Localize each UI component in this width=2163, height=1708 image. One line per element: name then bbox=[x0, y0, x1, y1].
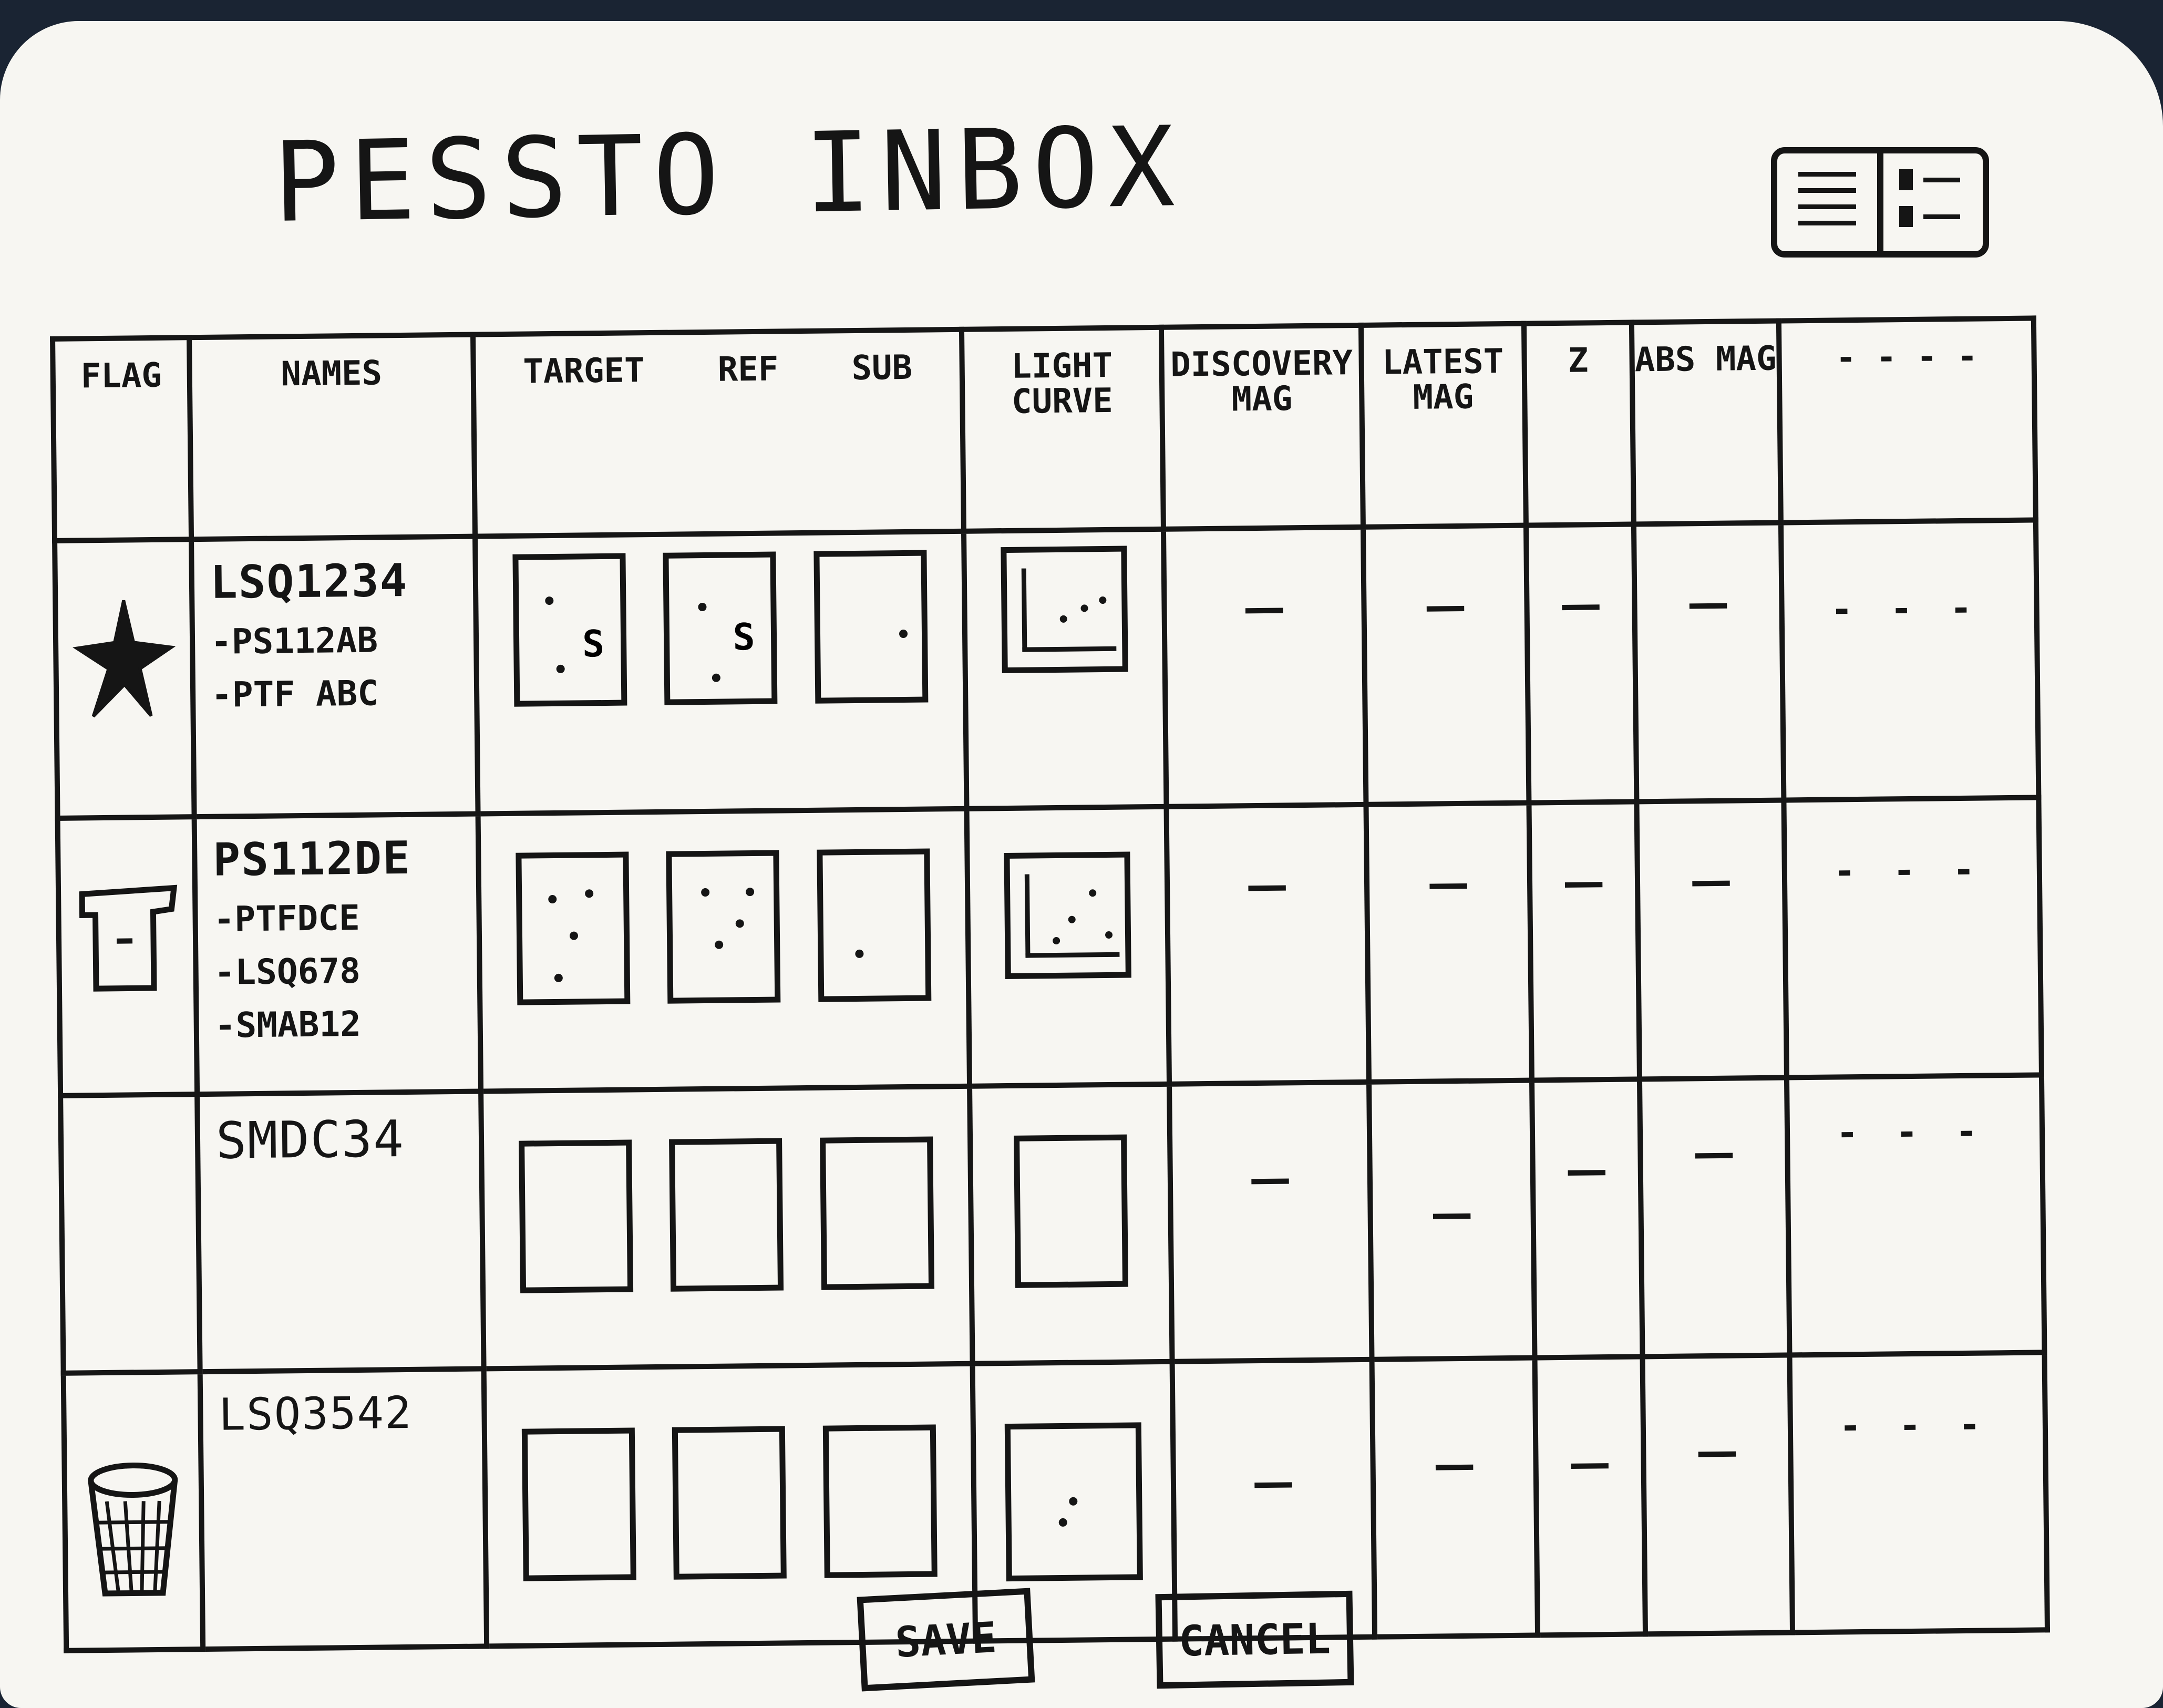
ref-stamp[interactable] bbox=[669, 1138, 784, 1292]
table-row[interactable]: LSQ1234 -PS112AB -PTF ABC S S — — — — - … bbox=[55, 520, 2039, 818]
pin-icon[interactable] bbox=[74, 882, 180, 999]
header-flag[interactable]: FLAG bbox=[53, 337, 192, 541]
extra-cell: - - - bbox=[1784, 797, 2042, 1078]
latest-mag-cell: — bbox=[1366, 802, 1532, 1082]
names-cell: LSQ1234 -PS112AB -PTF ABC bbox=[191, 536, 478, 817]
alias-name: -SMAB12 bbox=[214, 1003, 362, 1046]
header-target[interactable]: TARGET bbox=[523, 351, 645, 391]
discovery-mag-cell: — bbox=[1169, 1082, 1372, 1362]
header-ref[interactable]: REF bbox=[717, 349, 778, 389]
z-cell: — bbox=[1529, 801, 1640, 1081]
stamps-cell bbox=[478, 808, 970, 1092]
flag-cell[interactable] bbox=[55, 539, 194, 818]
names-cell: SMDC34 bbox=[197, 1091, 484, 1372]
view-toggle[interactable] bbox=[1771, 147, 1989, 258]
cancel-button[interactable]: CANCEL bbox=[1155, 1590, 1354, 1689]
light-curve-plot[interactable] bbox=[1013, 1134, 1128, 1288]
light-curve-plot[interactable] bbox=[1004, 1422, 1143, 1582]
z-cell: — bbox=[1526, 524, 1637, 803]
ref-stamp[interactable] bbox=[666, 850, 781, 1004]
discovery-mag-cell: — bbox=[1163, 527, 1366, 807]
ref-stamp[interactable]: S bbox=[663, 551, 778, 705]
table-row[interactable]: PS112DE -PTFDCE -LSQ678 -SMAB12 — — — — … bbox=[57, 797, 2042, 1096]
header-discovery-mag[interactable]: DISCOVERY MAG bbox=[1161, 325, 1363, 529]
flag-cell[interactable] bbox=[63, 1372, 203, 1651]
sub-stamp[interactable] bbox=[817, 848, 932, 1002]
abs-mag-cell: — bbox=[1633, 522, 1784, 802]
primary-name[interactable]: LSQ1234 bbox=[210, 554, 462, 609]
target-stamp[interactable] bbox=[518, 1139, 633, 1293]
light-curve-cell bbox=[966, 806, 1170, 1086]
abs-mag-cell: — bbox=[1636, 800, 1787, 1079]
target-stamp[interactable] bbox=[516, 851, 631, 1005]
whiteboard: PESSTO INBOX FLAG NAMES TARGET REF SUB L… bbox=[0, 21, 2163, 1708]
card-view-icon bbox=[1899, 169, 1960, 243]
trash-icon[interactable] bbox=[80, 1458, 187, 1607]
header-extra[interactable]: - - - - bbox=[1778, 318, 2036, 523]
header-latest-mag[interactable]: LATEST MAG bbox=[1361, 323, 1526, 527]
light-curve-plot[interactable] bbox=[1001, 546, 1128, 674]
header-light-curve[interactable]: LIGHT CURVE bbox=[961, 327, 1163, 531]
primary-name[interactable]: LSQ3542 bbox=[219, 1386, 471, 1441]
sub-stamp[interactable] bbox=[820, 1136, 935, 1290]
target-stamp[interactable]: S bbox=[512, 553, 627, 707]
names-cell: PS112DE -PTFDCE -LSQ678 -SMAB12 bbox=[194, 814, 481, 1095]
table-header-row: FLAG NAMES TARGET REF SUB LIGHT CURVE DI… bbox=[53, 318, 2036, 541]
list-view-button[interactable] bbox=[1777, 153, 1877, 251]
flag-cell[interactable] bbox=[60, 1094, 200, 1373]
latest-mag-cell: — bbox=[1372, 1357, 1538, 1637]
alias-name: -LSQ678 bbox=[214, 950, 361, 993]
alias-name: -PS112AB bbox=[210, 620, 378, 662]
page-title: PESSTO INBOX bbox=[272, 102, 1186, 248]
alias-name: -PTF ABC bbox=[211, 673, 379, 715]
extra-cell: - - - bbox=[1780, 520, 2039, 800]
transient-table: FLAG NAMES TARGET REF SUB LIGHT CURVE DI… bbox=[50, 315, 2050, 1653]
sub-stamp[interactable] bbox=[822, 1424, 938, 1578]
alias-name: -PTFDCE bbox=[213, 897, 360, 940]
star-icon[interactable] bbox=[71, 590, 178, 727]
extra-cell: - - - bbox=[1789, 1352, 2047, 1633]
header-stamps: TARGET REF SUB bbox=[473, 329, 964, 537]
extra-cell: - - - bbox=[1786, 1075, 2045, 1355]
target-stamp[interactable] bbox=[521, 1427, 636, 1581]
ref-stamp[interactable] bbox=[672, 1426, 787, 1580]
table-row[interactable]: SMDC34 — — — — - - - bbox=[60, 1075, 2045, 1373]
header-sub[interactable]: SUB bbox=[851, 348, 912, 388]
z-cell: — bbox=[1534, 1356, 1646, 1635]
light-curve-cell bbox=[970, 1084, 1172, 1364]
light-curve-cell bbox=[963, 529, 1167, 809]
list-view-icon bbox=[1798, 172, 1856, 237]
abs-mag-cell: — bbox=[1642, 1355, 1793, 1634]
latest-mag-cell: — bbox=[1368, 1080, 1535, 1360]
primary-name[interactable]: PS112DE bbox=[213, 831, 466, 887]
names-cell: LSQ3542 bbox=[200, 1369, 487, 1650]
abs-mag-cell: — bbox=[1639, 1077, 1790, 1357]
header-abs-mag[interactable]: ABS MAG bbox=[1631, 321, 1781, 524]
table-row[interactable]: LSQ3542 — — — — - - - bbox=[63, 1352, 2047, 1651]
save-button[interactable]: SAVE bbox=[857, 1588, 1035, 1692]
light-curve-plot[interactable] bbox=[1004, 851, 1131, 980]
header-names[interactable]: NAMES bbox=[189, 334, 476, 540]
latest-mag-cell: — bbox=[1363, 525, 1529, 805]
flag-cell[interactable] bbox=[57, 817, 198, 1096]
discovery-mag-cell: — bbox=[1166, 804, 1369, 1084]
stamps-cell: S S bbox=[475, 531, 967, 814]
header-z[interactable]: Z bbox=[1523, 322, 1634, 526]
stamps-cell bbox=[481, 1086, 973, 1369]
sub-stamp[interactable] bbox=[813, 550, 929, 704]
card-view-button[interactable] bbox=[1877, 153, 1983, 251]
z-cell: — bbox=[1531, 1079, 1643, 1358]
primary-name[interactable]: SMDC34 bbox=[215, 1109, 468, 1170]
